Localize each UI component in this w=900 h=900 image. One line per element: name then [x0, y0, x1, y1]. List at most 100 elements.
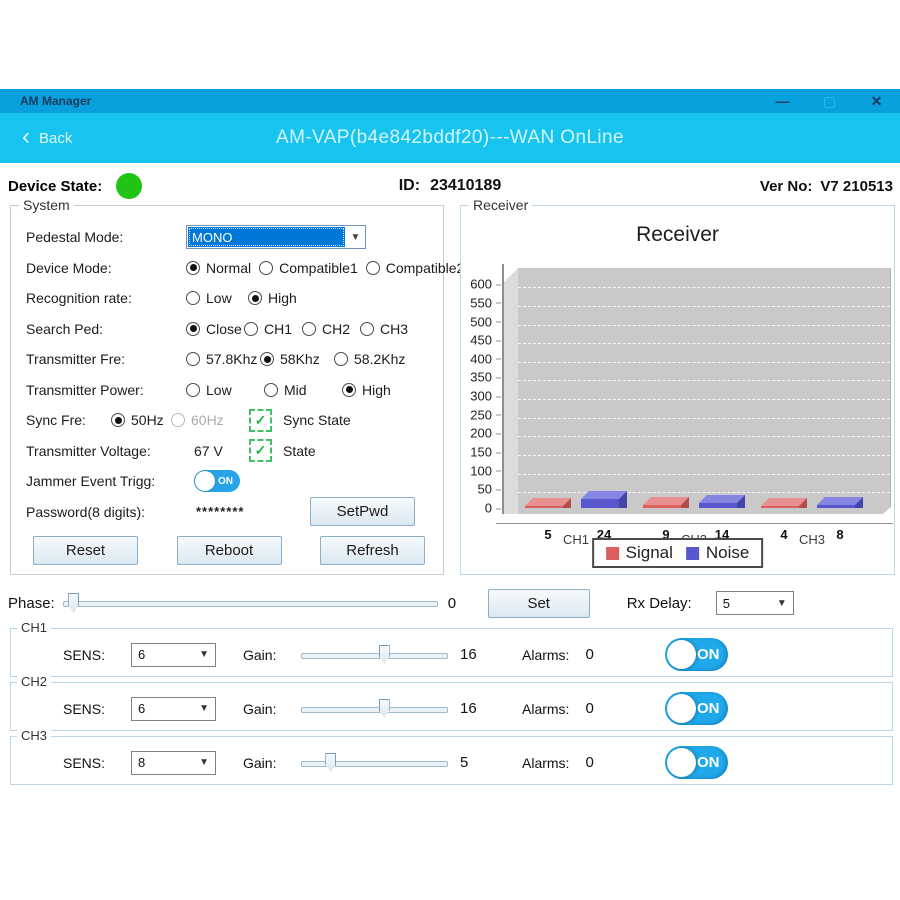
toggle-knob — [667, 640, 696, 669]
radio-option-57.8Khz[interactable]: 57.8Khz — [186, 351, 260, 367]
device-mode-label: Device Mode: — [26, 260, 186, 276]
ch3-gain-slider-thumb[interactable] — [325, 753, 336, 772]
navbar: ‹ Back AM-VAP(b4e842bddf20)---WAN OnLine — [0, 113, 900, 163]
pedestal-mode-dropdown[interactable]: MONO ▼ — [186, 225, 366, 249]
sens-label: SENS: — [63, 755, 121, 771]
ch3-sens-dropdown[interactable]: 8 ▼ — [131, 751, 216, 775]
radio-option-Low[interactable]: Low — [186, 382, 264, 398]
ch2-gain-slider-thumb[interactable] — [379, 699, 390, 718]
state-checkbox[interactable] — [249, 439, 272, 462]
radio-option-Normal[interactable]: Normal — [186, 260, 251, 276]
recognition-rate-label: Recognition rate: — [26, 290, 186, 306]
ch1-gain-slider[interactable] — [301, 645, 448, 665]
ch2-gain-slider[interactable] — [301, 699, 448, 719]
radio-option-Mid[interactable]: Mid — [264, 382, 342, 398]
radio-icon — [111, 413, 125, 427]
gridline — [518, 455, 890, 456]
ch2-sens-value: 6 — [138, 701, 145, 716]
radio-option-58.2Khz[interactable]: 58.2Khz — [334, 351, 408, 367]
radio-icon — [302, 322, 316, 336]
reboot-button[interactable]: Reboot — [177, 536, 282, 565]
sens-label: SENS: — [63, 647, 121, 663]
y-tick-label: 50 — [478, 482, 492, 497]
transmitter-voltage-label: Transmitter Voltage: — [26, 443, 186, 459]
radio-option-50Hz[interactable]: 50Hz — [111, 412, 171, 428]
setpwd-button[interactable]: SetPwd — [310, 497, 415, 526]
transmitter-voltage-row: Transmitter Voltage: 67 V State — [26, 436, 433, 467]
set-button[interactable]: Set — [488, 589, 590, 618]
device-mode-radiogroup: Normal Compatible1 Compatible2 — [186, 260, 464, 276]
radio-option-label: 60Hz — [191, 412, 224, 428]
pedestal-mode-value: MONO — [188, 227, 345, 247]
gain-label: Gain: — [243, 701, 283, 717]
gridline — [518, 399, 890, 400]
radio-option-CH1[interactable]: CH1 — [244, 321, 302, 337]
jammer-toggle[interactable]: ON — [194, 470, 240, 492]
sync-state-checkbox[interactable] — [249, 409, 272, 432]
transmitter-fre-row: Transmitter Fre: 57.8Khz58Khz58.2Khz — [26, 344, 433, 375]
ch2-sens-dropdown[interactable]: 6 ▼ — [131, 697, 216, 721]
slider-track — [301, 653, 448, 659]
y-tick-label: 550 — [470, 295, 492, 310]
sync-state-label: Sync State — [283, 412, 351, 428]
bar-group-ch1 — [525, 491, 627, 508]
slider-track — [301, 761, 448, 767]
radio-option-label: Low — [206, 290, 232, 306]
status-bar: Device State: ID: 23410189 Ver No: V7 21… — [0, 170, 900, 202]
sync-fre-label: Sync Fre: — [26, 412, 111, 428]
chevron-down-icon: ▼ — [346, 226, 365, 248]
chart-plot-area — [518, 268, 891, 514]
phase-slider[interactable] — [63, 593, 438, 613]
sens-label: SENS: — [63, 701, 121, 717]
radio-option-58Khz[interactable]: 58Khz — [260, 351, 334, 367]
radio-option-CH2[interactable]: CH2 — [302, 321, 360, 337]
radio-option-label: High — [268, 290, 297, 306]
version-label: Ver No: — [760, 178, 813, 195]
radio-icon — [244, 322, 258, 336]
radio-option-Compatible1[interactable]: Compatible1 — [259, 260, 358, 276]
gridline — [518, 380, 890, 381]
refresh-button[interactable]: Refresh — [320, 536, 425, 565]
phase-label: Phase: — [8, 595, 55, 612]
y-tick-label: 150 — [470, 445, 492, 460]
ch1-gain-slider-thumb[interactable] — [379, 645, 390, 664]
receiver-chart: 5CH1249CH2144CH38 0501001502002503003504… — [502, 264, 891, 514]
radio-option-Compatible2[interactable]: Compatible2 — [366, 260, 465, 276]
ch1-toggle[interactable]: ON — [665, 638, 728, 671]
gridline — [518, 474, 890, 475]
recognition-rate-radiogroup: Low High — [186, 290, 310, 306]
radio-icon — [264, 383, 278, 397]
bar-noise-ch2 — [699, 495, 745, 508]
ch2-toggle[interactable]: ON — [665, 692, 728, 725]
rx-delay-dropdown[interactable]: 5 ▼ — [716, 591, 794, 615]
radio-option-High[interactable]: High — [248, 290, 310, 306]
ch2-toggle-state: ON — [697, 700, 720, 717]
radio-icon — [260, 352, 274, 366]
ch3-toggle[interactable]: ON — [665, 746, 728, 779]
radio-option-Close[interactable]: Close — [186, 321, 244, 337]
password-value: ******** — [196, 504, 244, 519]
ch2-groupbox: CH2 SENS: 6 ▼ Gain: 16 Alarms: 0 ON — [10, 682, 893, 731]
phase-slider-thumb[interactable] — [68, 593, 79, 612]
ch3-alarms-value: 0 — [585, 754, 605, 771]
radio-option-High[interactable]: High — [342, 382, 420, 398]
radio-icon — [186, 261, 200, 275]
state-label: State — [283, 443, 316, 459]
bar-noise-ch3 — [817, 497, 863, 508]
radio-icon — [186, 383, 200, 397]
radio-option-Low[interactable]: Low — [186, 290, 248, 306]
ch3-gain-slider[interactable] — [301, 753, 448, 773]
jammer-label: Jammer Event Trigg: — [26, 473, 186, 489]
radio-icon — [248, 291, 262, 305]
legend-item-noise: Noise — [686, 543, 749, 563]
chart-x-axis — [496, 523, 893, 524]
device-mode-row: Device Mode: NormalCompatible1Compatible… — [26, 253, 433, 284]
radio-icon — [259, 261, 273, 275]
minimize-button[interactable]: — — [759, 89, 806, 113]
radio-option-CH3[interactable]: CH3 — [360, 321, 418, 337]
maximize-button[interactable]: ▢ — [806, 89, 853, 113]
ch1-sens-dropdown[interactable]: 6 ▼ — [131, 643, 216, 667]
radio-icon — [360, 322, 374, 336]
reset-button[interactable]: Reset — [33, 536, 138, 565]
close-button[interactable]: ✕ — [853, 89, 900, 113]
